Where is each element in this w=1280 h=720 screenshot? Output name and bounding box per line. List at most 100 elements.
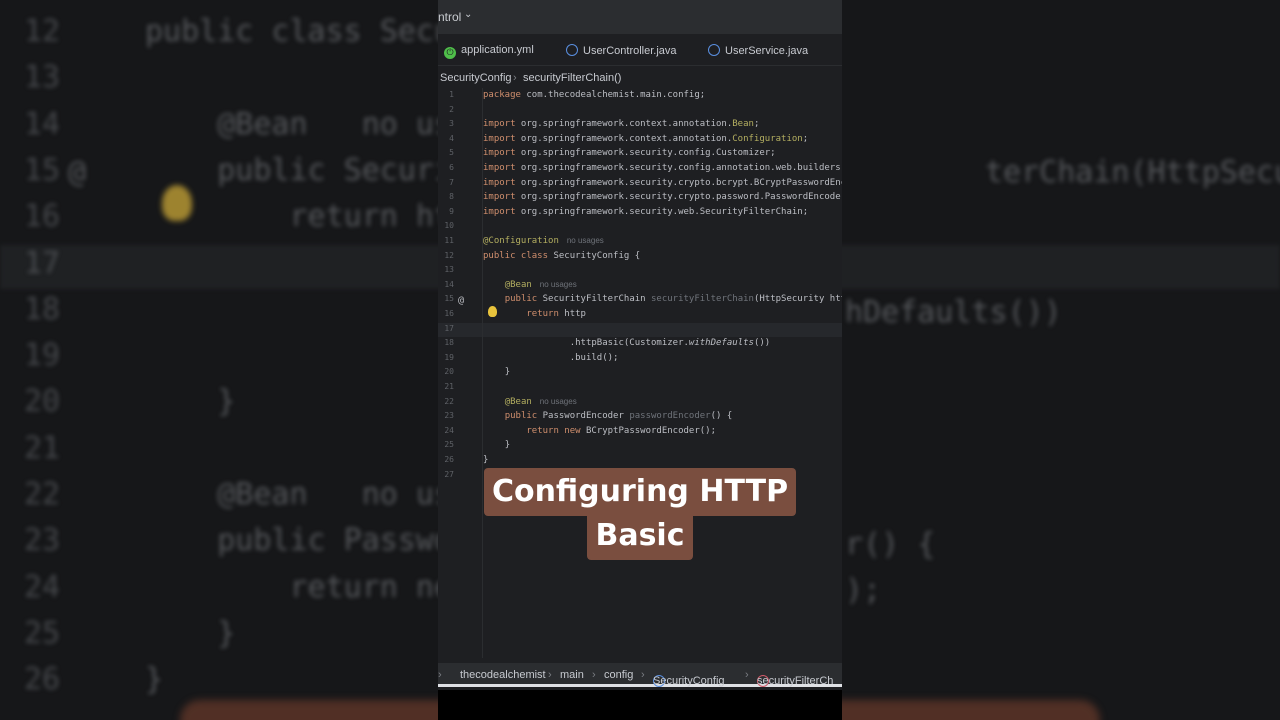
code-token: BCryptPasswordEncoder();: [580, 425, 717, 436]
code-token: return: [526, 309, 559, 319]
code-token: package: [483, 90, 521, 100]
code-line[interactable]: 17: [438, 322, 842, 336]
bg-line-number: 25: [24, 615, 61, 651]
code-text: @Configuration no usages: [483, 234, 604, 248]
video-caption: Configuring HTTP Basic: [0, 468, 1280, 560]
code-token: public class: [483, 250, 549, 261]
usage-hint: no usages: [539, 279, 577, 289]
code-token: import: [483, 133, 516, 144]
code-line[interactable]: 11 @Configuration no usages: [438, 234, 842, 248]
code-line[interactable]: 10: [438, 219, 842, 233]
code-line[interactable]: 20 }: [438, 365, 842, 379]
code-token: @Bean: [504, 279, 532, 290]
code-text: @Bean no usages: [483, 395, 577, 409]
code-token: import: [483, 177, 516, 188]
code-text: import org.springframework.context.annot…: [483, 117, 759, 131]
usage-hint: no usages: [566, 236, 604, 245]
line-number: 12: [444, 250, 454, 260]
tab-user-controller[interactable]: UserController.java: [566, 44, 677, 57]
code-text: @Bean no usages: [483, 278, 577, 292]
code-token: org.springframework.context.annotation.: [515, 119, 733, 130]
line-number: 23: [444, 411, 454, 421]
class-icon: [566, 44, 578, 56]
bg-code-fragment: terChain(HttpSecurity htt: [985, 155, 1280, 190]
line-number: 21: [444, 382, 454, 391]
code-token: SecurityFilterChain: [537, 294, 651, 305]
bg-line-text: }: [145, 384, 236, 420]
line-number: 13: [444, 265, 454, 275]
nav-separator: ›: [641, 669, 645, 681]
code-line[interactable]: 2: [438, 103, 842, 117]
breadcrumb-method[interactable]: securityFilterChain(): [523, 72, 621, 84]
chevron-down-icon[interactable]: ⌄: [464, 9, 472, 20]
bg-line-number: 16: [24, 199, 61, 235]
lightbulb-icon[interactable]: [488, 306, 497, 317]
code-token: return new: [526, 425, 581, 436]
code-editor[interactable]: 1 package com.thecodealchemist.main.confi…: [438, 88, 842, 658]
code-line[interactable]: 22 @Bean no usages: [438, 395, 842, 409]
code-text: import org.springframework.security.conf…: [483, 146, 776, 160]
line-number: 6: [449, 163, 454, 172]
nav-separator: ›: [592, 669, 596, 681]
code-line[interactable]: 21: [438, 380, 842, 394]
bottom-black-bar: [438, 690, 842, 720]
code-line[interactable]: 5 import org.springframework.security.con…: [438, 146, 842, 160]
code-line[interactable]: 26}: [438, 453, 842, 467]
bg-line-text: }: [145, 615, 236, 651]
code-line[interactable]: 3 import org.springframework.context.anno…: [438, 117, 842, 131]
code-line[interactable]: 7 import org.springframework.security.cry…: [438, 176, 842, 190]
code-token: }: [504, 440, 511, 451]
code-token: org.springframework.security.crypto.pass…: [515, 192, 842, 203]
code-token: org.springframework.security.web.Securit…: [515, 206, 809, 217]
nav-item-main[interactable]: main: [560, 669, 584, 681]
code-line[interactable]: 24 return new BCryptPasswordEncoder();: [438, 424, 842, 438]
code-token: Bean: [732, 119, 754, 130]
tab-application-yml[interactable]: ⏻ application.yml: [444, 44, 534, 59]
code-line[interactable]: 23 public PasswordEncoder passwordEncode…: [438, 409, 842, 423]
bg-line-text: return ne: [145, 569, 453, 605]
line-number: 22: [444, 396, 454, 406]
vcs-menu[interactable]: ntrol: [438, 10, 461, 24]
nav-item-config[interactable]: config: [604, 669, 633, 681]
code-line[interactable]: 15 public SecurityFilterChain securityFi…: [438, 292, 842, 306]
caption-line-1: Configuring HTTP: [483, 468, 797, 516]
implements-gutter-icon[interactable]: @: [458, 294, 464, 308]
code-line[interactable]: 6 import org.springframework.security.con…: [438, 161, 842, 175]
bg-line-text: public class Secu: [145, 14, 453, 49]
code-text: }: [483, 453, 488, 467]
code-token: public: [504, 411, 538, 422]
code-text: }: [483, 438, 510, 452]
code-line[interactable]: 13: [438, 263, 842, 277]
tab-user-service[interactable]: UserService.java: [708, 44, 808, 57]
breadcrumb-class[interactable]: SecurityConfig: [440, 72, 512, 84]
code-line[interactable]: 12 public class SecurityConfig {: [438, 249, 842, 263]
code-token: @Bean: [504, 396, 532, 407]
bg-line-number: 20: [24, 384, 61, 420]
bg-line-number: 13: [24, 60, 61, 96]
code-line[interactable]: 18 .httpBasic(Customizer.withDefaults()): [438, 336, 842, 350]
code-line[interactable]: 4 import org.springframework.context.anno…: [438, 132, 842, 146]
code-line[interactable]: 1 package com.thecodealchemist.main.confi…: [438, 88, 842, 102]
yml-file-icon: ⏻: [444, 47, 456, 59]
bg-line-number: 18: [24, 291, 61, 327]
code-token: org.springframework.security.config.Cust…: [515, 148, 776, 159]
nav-item-project[interactable]: thecodealchemist: [460, 669, 546, 681]
ide-window: ntrol ⌄ ⏻ application.yml UserController.…: [438, 0, 842, 720]
bg-code-fragment: );: [845, 573, 882, 608]
code-line[interactable]: 16 return http: [438, 307, 842, 321]
code-line[interactable]: 14 @Bean no usages: [438, 278, 842, 292]
line-number: 5: [449, 148, 454, 158]
code-token: import: [483, 148, 516, 159]
code-line[interactable]: 9 import org.springframework.security.web…: [438, 205, 842, 219]
nav-separator: ›: [438, 669, 442, 681]
bg-line-number: 21: [24, 430, 61, 466]
code-line[interactable]: 8 import org.springframework.security.cry…: [438, 190, 842, 204]
bg-line-number: 26: [24, 662, 61, 698]
line-number: 11: [444, 236, 454, 245]
code-line[interactable]: 25 }: [438, 438, 842, 452]
bg-code-fragment: hDefaults()): [845, 295, 1062, 330]
code-token: () {: [710, 411, 733, 422]
breadcrumb: SecurityConfig › securityFilterChain(): [438, 70, 842, 88]
code-text: return http: [483, 307, 586, 321]
code-line[interactable]: 19 .build();: [438, 351, 842, 365]
